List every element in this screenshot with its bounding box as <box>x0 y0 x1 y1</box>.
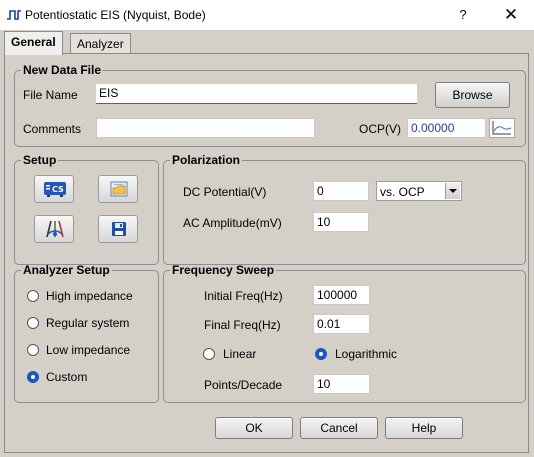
tab-analyzer[interactable]: Analyzer <box>70 33 131 54</box>
save-setup-button[interactable] <box>98 215 138 243</box>
polarization-group: Polarization <box>163 153 526 265</box>
comments-label: Comments <box>23 122 82 136</box>
tab-general[interactable]: General <box>4 31 63 55</box>
instrument-setup-button[interactable]: CS <box>34 175 74 203</box>
browse-button[interactable]: Browse <box>435 82 510 108</box>
dc-potential-label: DC Potential(V) <box>183 185 267 199</box>
close-button[interactable]: ✕ <box>494 3 528 27</box>
radio-custom[interactable] <box>27 371 39 383</box>
new-data-file-legend: New Data File <box>23 63 102 77</box>
svg-text:CS: CS <box>52 185 64 194</box>
title-bar: Potentiostatic EIS (Nyquist, Bode) ? ✕ <box>0 0 534 31</box>
reference-select[interactable]: vs. OCP <box>376 181 462 201</box>
radio-linear[interactable] <box>203 348 215 360</box>
dialog-client: General Analyzer New Data File File Name… <box>0 30 534 457</box>
cancel-button[interactable]: Cancel <box>300 417 378 439</box>
ac-amplitude-input[interactable]: 10 <box>313 212 369 232</box>
file-name-label: File Name <box>23 88 78 102</box>
open-folder-icon <box>110 181 128 197</box>
setup-group: Setup <box>14 153 159 265</box>
logarithmic-label[interactable]: Logarithmic <box>335 347 397 361</box>
low-impedance-label[interactable]: Low impedance <box>46 343 130 357</box>
ocp-label: OCP(V) <box>359 122 401 136</box>
comments-input[interactable] <box>96 118 315 138</box>
file-name-input[interactable]: EIS <box>96 84 417 104</box>
ok-button[interactable]: OK <box>215 417 293 439</box>
points-decade-input[interactable]: 10 <box>313 374 370 394</box>
polarization-legend: Polarization <box>172 153 241 167</box>
app-waveform-icon <box>7 10 21 20</box>
analyzer-setup-legend: Analyzer Setup <box>23 263 110 277</box>
cell-electrodes-icon <box>46 220 64 238</box>
window-title: Potentiostatic EIS (Nyquist, Bode) <box>25 8 206 22</box>
help-button[interactable]: Help <box>385 417 463 439</box>
save-disk-icon <box>112 222 126 236</box>
chevron-down-icon <box>445 183 460 199</box>
radio-low-impedance[interactable] <box>27 344 39 356</box>
cs-instrument-icon: CS <box>44 182 66 197</box>
final-freq-label: Final Freq(Hz) <box>204 318 281 332</box>
general-panel: New Data File File Name EIS Browse Comme… <box>4 53 529 453</box>
custom-label[interactable]: Custom <box>46 370 87 384</box>
regular-system-label[interactable]: Regular system <box>46 316 129 330</box>
linear-label[interactable]: Linear <box>223 347 256 361</box>
ac-amplitude-label: AC Amplitude(mV) <box>183 216 282 230</box>
initial-freq-label: Initial Freq(Hz) <box>204 289 283 303</box>
ocp-value: 0.00000 <box>407 118 486 138</box>
reference-select-value: vs. OCP <box>380 185 425 199</box>
ocp-measure-icon[interactable] <box>489 118 515 138</box>
cell-setup-button[interactable] <box>34 215 74 243</box>
open-file-button[interactable] <box>98 175 138 203</box>
radio-high-impedance[interactable] <box>27 290 39 302</box>
setup-legend: Setup <box>23 153 57 167</box>
radio-logarithmic[interactable] <box>315 348 327 360</box>
dc-potential-input[interactable]: 0 <box>313 181 369 201</box>
final-freq-input[interactable]: 0.01 <box>313 314 370 334</box>
initial-freq-input[interactable]: 100000 <box>313 285 370 305</box>
title-help-button[interactable]: ? <box>446 3 480 27</box>
frequency-sweep-legend: Frequency Sweep <box>172 263 275 277</box>
high-impedance-label[interactable]: High impedance <box>46 289 133 303</box>
points-decade-label: Points/Decade <box>204 378 283 392</box>
radio-regular-system[interactable] <box>27 317 39 329</box>
